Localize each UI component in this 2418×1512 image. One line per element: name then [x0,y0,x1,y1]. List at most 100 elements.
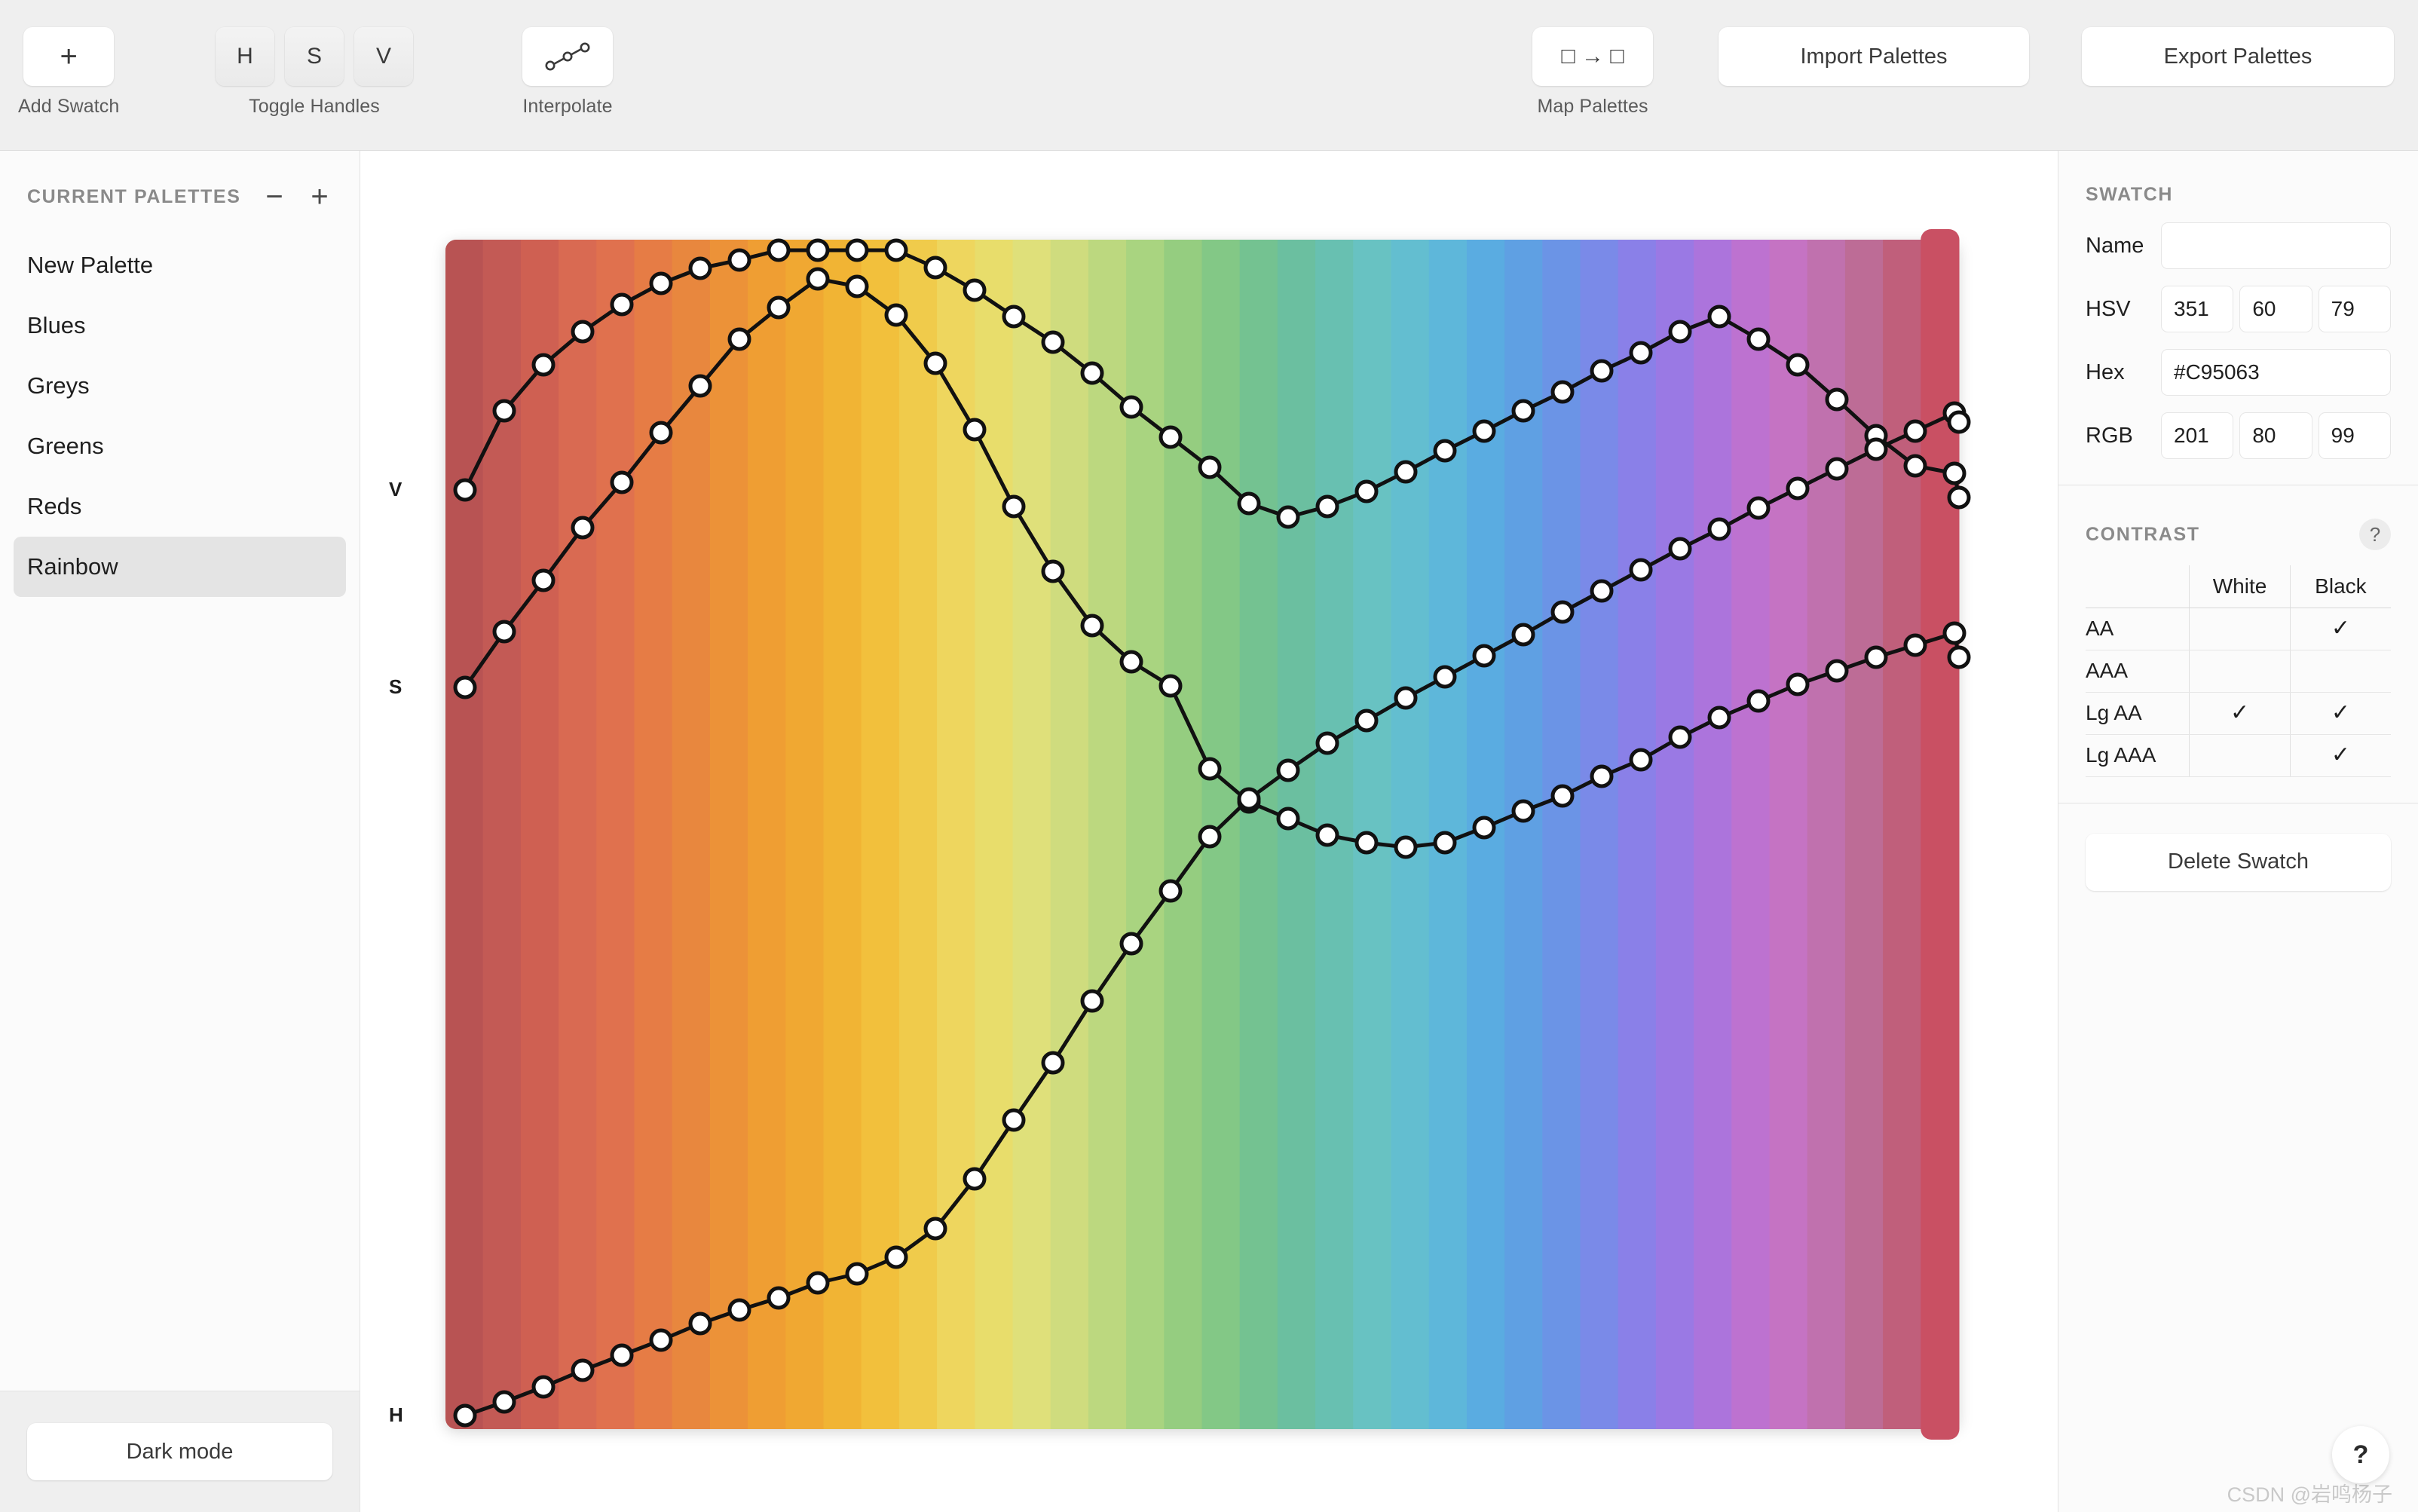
curve-handle [1947,485,1971,510]
delete-swatch-button[interactable]: Delete Swatch [2086,833,2391,891]
curve-handle [1433,439,1457,463]
contrast-table: White Black AA ✓ AAA Lg AA ✓ ✓ Lg AAA ✓ [2086,565,2391,777]
check-icon: ✓ [2331,742,2350,767]
add-swatch-label: Add Swatch [18,96,120,117]
curve-handle [1158,674,1183,698]
curve-handle [453,1403,477,1428]
color-band [823,240,862,1429]
swatch-hex-row: Hex [2086,349,2391,396]
curve-handle [1550,380,1575,404]
curve-handle [492,620,516,644]
curve-handle [1041,1051,1065,1075]
curve-handle [1158,425,1183,449]
export-palettes-button[interactable]: Export Palettes [2082,27,2394,86]
curve-handle [1825,659,1849,683]
sidebar-item-new-palette[interactable]: New Palette [14,235,346,295]
curve-handle [1394,460,1418,484]
contrast-lgaa-white-cell: ✓ [2189,692,2291,735]
dark-mode-button[interactable]: Dark mode [27,1423,332,1480]
curve-handle [884,303,908,327]
curve-handle [923,351,947,375]
color-band [1239,240,1278,1429]
sidebar-item-reds[interactable]: Reds [14,476,346,537]
check-icon: ✓ [2331,700,2350,725]
map-palettes-label: Map Palettes [1537,96,1648,117]
curve-handle [649,421,673,445]
color-bands [445,240,1922,1429]
contrast-col-black: Black [2289,565,2391,608]
curve-handle [610,470,634,494]
curve-handle [1119,650,1143,674]
curve-handle [845,274,869,298]
color-band [1807,240,1846,1429]
map-palettes-button[interactable]: □ → □ [1532,27,1653,86]
sidebar-item-rainbow[interactable]: Rainbow [14,537,346,597]
curve-handle [1276,807,1300,831]
swatch-name-input[interactable] [2161,222,2391,269]
name-label: Name [2086,233,2144,258]
curve-handle [727,248,751,272]
color-band [1088,240,1128,1429]
import-palettes-button[interactable]: Import Palettes [1719,27,2029,86]
hsv-saturation-input[interactable] [2239,286,2312,332]
curve-handle [1903,419,1927,443]
curve-handle [1864,645,1888,669]
rgb-red-input[interactable] [2161,412,2234,459]
contrast-aaa-white-cell [2189,650,2291,693]
contrast-row-label: AAA [2086,650,2190,693]
curve-handle [1198,455,1222,479]
question-mark-icon[interactable]: ? [2332,1426,2389,1483]
hsv-value-input[interactable] [2318,286,2391,332]
curve-handle [1864,437,1888,461]
contrast-help-icon[interactable]: ? [2359,519,2391,550]
curve-handle [1786,353,1810,377]
plus-icon[interactable]: + [307,182,332,212]
curve-handle [688,256,712,280]
curve-handle [1041,330,1065,354]
curve-handle [1237,491,1261,516]
rgb-blue-input[interactable] [2318,412,2391,459]
palette-canvas[interactable]: V S H [360,151,2058,1512]
color-band [975,240,1014,1429]
toggle-handle-v-button[interactable]: V [354,27,413,86]
swatch-rgb-row: RGB [2086,412,2391,459]
table-row: Lg AAA ✓ [2086,734,2391,777]
curve-handle [1511,623,1535,647]
interpolate-button[interactable] [522,27,613,86]
interpolate-icon [545,42,590,71]
toggle-handle-h-button[interactable]: H [216,27,274,86]
contrast-row-label: AA [2086,608,2190,650]
toggle-handle-s-button[interactable]: S [285,27,344,86]
curve-handle [1825,457,1849,481]
curve-handle [1394,686,1418,710]
plus-icon: + [60,39,78,73]
curve-handle [1472,816,1496,840]
swatch-section-title: SWATCH [2086,184,2174,205]
curve-handle [453,675,477,699]
hsv-hue-input[interactable] [2161,286,2234,332]
curve-handle [1394,835,1418,859]
curve-handle [1629,558,1653,582]
color-band [1731,240,1771,1429]
curve-handle [688,374,712,398]
sidebar-item-blues[interactable]: Blues [14,295,346,356]
color-band [1542,240,1581,1429]
curve-handle [1903,454,1927,478]
curve-handle [531,1375,556,1399]
sidebar-item-greys[interactable]: Greys [14,356,346,416]
rgb-label: RGB [2086,423,2133,448]
swatch-name-row: Name [2086,222,2391,269]
curve-handle [453,478,477,502]
hsv-curves-chart[interactable] [360,151,2058,1512]
minus-icon[interactable]: − [262,182,287,212]
curve-handle [649,271,673,295]
curve-handle [806,267,830,291]
palette-label: Greens [27,433,104,459]
sidebar-item-greens[interactable]: Greens [14,416,346,476]
rgb-green-input[interactable] [2239,412,2312,459]
table-header-row: White Black [2086,565,2391,608]
curve-handle [923,256,947,280]
hex-input[interactable] [2161,349,2391,396]
color-band [634,240,673,1429]
add-swatch-button[interactable]: + [23,27,115,86]
